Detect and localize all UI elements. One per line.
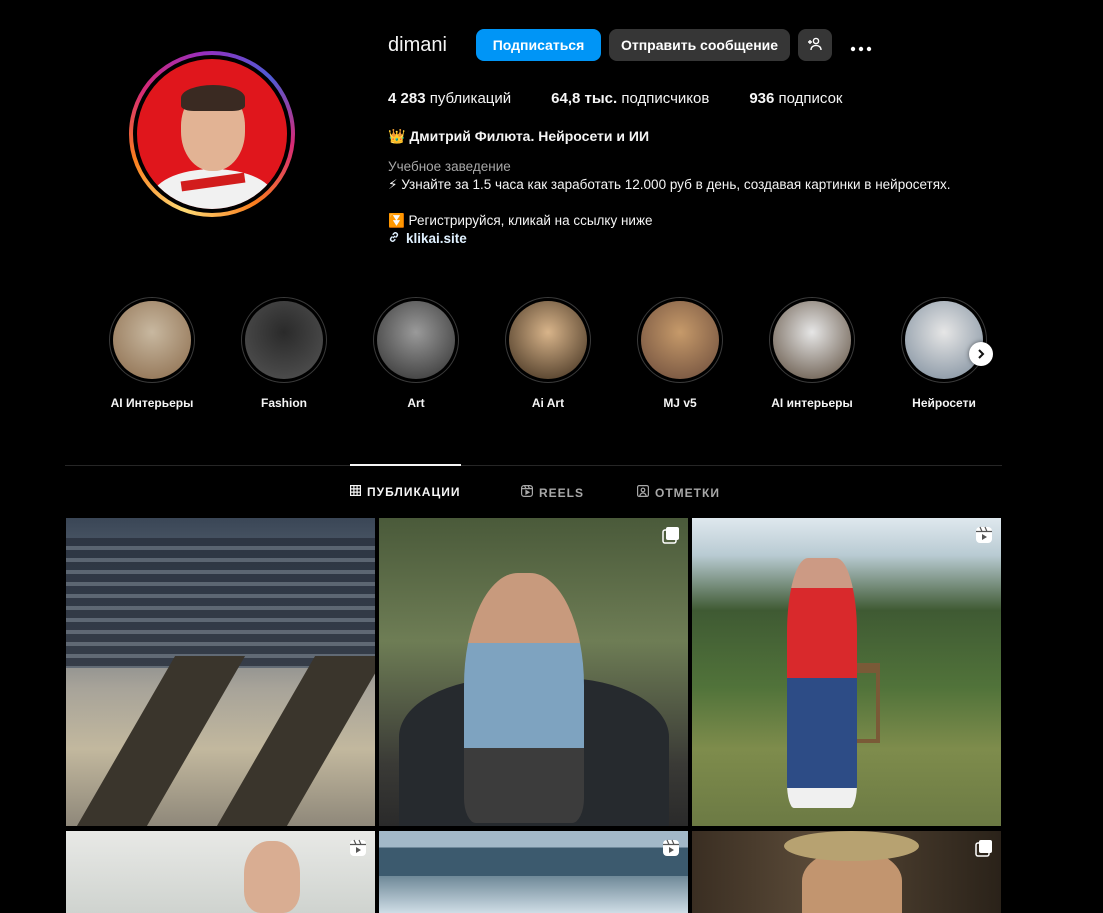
send-message-button[interactable]: Отправить сообщение <box>609 29 790 61</box>
link-icon <box>388 231 400 246</box>
active-tab-indicator <box>350 464 461 466</box>
highlight-cover <box>245 301 323 379</box>
highlight-item[interactable]: Fashion <box>241 297 327 410</box>
stat-posts: 4 283 публикаций <box>388 90 512 107</box>
highlight-item[interactable]: Ai Art <box>505 297 591 410</box>
post-thumbnail[interactable] <box>692 831 1001 913</box>
highlight-cover <box>905 301 983 379</box>
carousel-icon <box>975 839 993 857</box>
highlight-label: Ai Art <box>531 396 565 410</box>
highlight-label: Art <box>407 396 425 410</box>
highlight-label: Fashion <box>260 396 307 410</box>
post-thumbnail[interactable] <box>66 518 375 826</box>
more-icon <box>850 32 872 58</box>
profile-username: dimani <box>388 34 447 56</box>
tagged-icon <box>637 485 650 500</box>
post-thumbnail[interactable] <box>692 518 1001 826</box>
highlight-item[interactable]: MJ v5 <box>637 297 723 410</box>
reels-icon <box>349 839 367 857</box>
chevron-right-icon <box>976 346 986 362</box>
avatar <box>137 59 287 209</box>
highlight-label: Нейросети <box>912 396 976 410</box>
more-options-button[interactable] <box>846 29 876 61</box>
highlight-label: MJ v5 <box>663 396 697 410</box>
profile-stats: 4 283 публикаций 64,8 тыс. подписчиков 9… <box>388 90 883 107</box>
carousel-icon <box>662 526 680 544</box>
profile-category: Учебное заведение <box>388 159 511 174</box>
tab-tagged[interactable]: ОТМЕТКИ <box>637 485 720 500</box>
suggested-accounts-button[interactable] <box>798 29 832 61</box>
post-thumbnail[interactable] <box>379 831 688 913</box>
grid-icon <box>350 485 362 499</box>
highlight-label: AI интерьеры <box>771 396 853 410</box>
highlight-cover <box>773 301 851 379</box>
bio-line: ⚡ Узнайте за 1.5 часа как заработать 12.… <box>388 177 951 192</box>
tab-posts[interactable]: ПУБЛИКАЦИИ <box>350 485 460 499</box>
reels-icon <box>521 485 534 500</box>
profile-page: dimani Подписаться Отправить сообщение 4… <box>0 0 1103 913</box>
profile-link[interactable]: klikai.site <box>388 231 467 246</box>
post-thumbnail[interactable] <box>379 518 688 826</box>
add-user-icon <box>807 36 823 55</box>
highlight-cover <box>641 301 719 379</box>
highlight-item[interactable]: Art <box>373 297 459 410</box>
highlight-label: AI Интерьеры <box>110 396 194 410</box>
reels-icon <box>975 526 993 544</box>
post-thumbnail[interactable] <box>66 831 375 913</box>
stat-following[interactable]: 936 подписок <box>749 90 842 107</box>
highlight-item[interactable]: AI интерьеры <box>769 297 855 410</box>
profile-avatar-story-ring[interactable] <box>129 51 295 217</box>
highlight-cover <box>113 301 191 379</box>
bio-line: ⏬ Регистрируйся, кликай на ссылку ниже <box>388 213 653 228</box>
stat-followers[interactable]: 64,8 тыс. подписчиков <box>551 90 709 107</box>
tabs-divider <box>65 465 1002 466</box>
profile-full-name: 👑 Дмитрий Филюта. Нейросети и ИИ <box>388 128 650 144</box>
tab-reels[interactable]: REELS <box>521 485 584 500</box>
follow-button[interactable]: Подписаться <box>476 29 601 61</box>
reels-icon <box>662 839 680 857</box>
highlight-item[interactable]: AI Интерьеры <box>109 297 195 410</box>
highlights-next-button[interactable] <box>969 342 993 366</box>
highlight-cover <box>509 301 587 379</box>
highlight-cover <box>377 301 455 379</box>
